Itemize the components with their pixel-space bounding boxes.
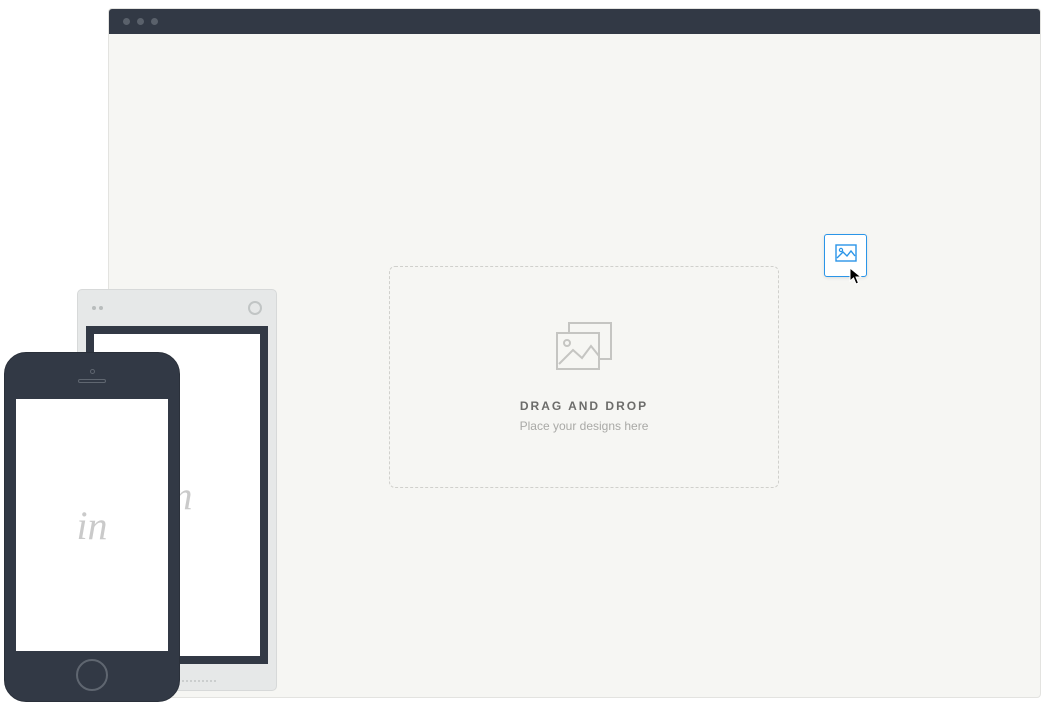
iphone-screen: in — [16, 399, 168, 651]
image-stack-icon — [556, 322, 612, 377]
window-control-maximize-icon[interactable] — [151, 18, 158, 25]
iphone-top-bar — [5, 353, 179, 399]
android-camera-icon — [248, 301, 262, 315]
window-control-minimize-icon[interactable] — [137, 18, 144, 25]
phone-mockup-iphone: in — [4, 352, 180, 702]
android-top-bar — [78, 290, 276, 326]
image-icon — [835, 244, 857, 267]
dragged-image-thumbnail[interactable] — [824, 234, 867, 277]
logo-text: in — [76, 502, 107, 549]
iphone-sensor-icon — [90, 369, 95, 374]
browser-titlebar — [109, 9, 1040, 34]
iphone-speaker-icon — [78, 379, 106, 383]
android-sensor-dot-icon — [99, 306, 103, 310]
drop-zone-title: DRAG AND DROP — [520, 399, 648, 413]
window-control-close-icon[interactable] — [123, 18, 130, 25]
drop-zone-subtitle: Place your designs here — [520, 419, 649, 433]
drop-zone[interactable]: DRAG AND DROP Place your designs here — [389, 266, 779, 488]
iphone-home-button[interactable] — [76, 659, 108, 691]
android-sensor-dot-icon — [92, 306, 96, 310]
